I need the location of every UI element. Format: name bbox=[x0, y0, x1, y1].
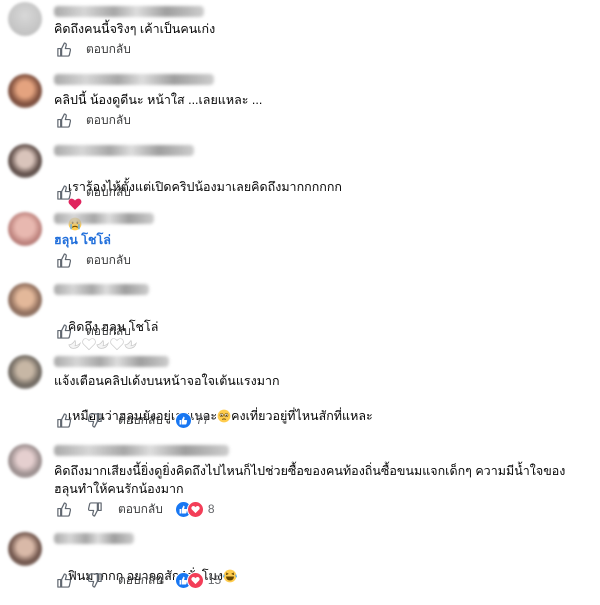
reaction-summary[interactable]: 15 bbox=[174, 571, 222, 589]
comment-actions: ตอบกลับ bbox=[54, 40, 131, 58]
avatar[interactable] bbox=[8, 144, 42, 178]
like-icon[interactable] bbox=[54, 411, 72, 429]
reaction-summary[interactable]: 8 bbox=[174, 500, 215, 518]
comment-text-line: แจ้งเตือนคลิปเด้งบนหน้าจอใจเต้นแรงมาก bbox=[54, 374, 280, 388]
dislike-icon[interactable] bbox=[86, 500, 104, 518]
comment-actions: ตอบกลับ bbox=[54, 251, 131, 269]
avatar[interactable] bbox=[8, 283, 42, 317]
comment-actions: ตอบกลับ bbox=[54, 183, 131, 201]
avatar[interactable] bbox=[8, 355, 42, 389]
reply-button[interactable]: ตอบกลับ bbox=[118, 500, 163, 519]
reaction-count: 15 bbox=[207, 573, 222, 587]
dislike-icon[interactable] bbox=[86, 411, 104, 429]
reply-button[interactable]: ตอบกลับ bbox=[118, 571, 163, 590]
comment-text-line: ฮลุนทำให้คนรักน้องมาก bbox=[54, 482, 184, 496]
commenter-name-blurred[interactable] bbox=[54, 74, 214, 85]
love-reaction-icon bbox=[186, 571, 204, 589]
comment-actions: ตอบกลับ 15 bbox=[54, 571, 221, 589]
reaction-summary[interactable]: 77 bbox=[174, 411, 210, 429]
commenter-name-blurred[interactable] bbox=[54, 6, 204, 17]
reply-button[interactable]: ตอบกลับ bbox=[86, 322, 131, 341]
tagged-user-link[interactable]: ฮลุน โชโล่ bbox=[54, 232, 594, 249]
like-icon[interactable] bbox=[54, 40, 72, 58]
avatar[interactable] bbox=[8, 2, 42, 36]
comment-text: คลิปนี้ น้องดูดีนะ หน้าใส ...เลยแหละ ... bbox=[54, 93, 263, 107]
like-icon[interactable] bbox=[54, 111, 72, 129]
reply-button[interactable]: ตอบกลับ bbox=[86, 111, 131, 130]
avatar[interactable] bbox=[8, 74, 42, 108]
avatar[interactable] bbox=[8, 532, 42, 566]
like-icon[interactable] bbox=[54, 500, 72, 518]
reply-button[interactable]: ตอบกลับ bbox=[86, 251, 131, 270]
reaction-count: 77 bbox=[195, 413, 210, 427]
commenter-name-blurred[interactable] bbox=[54, 213, 154, 224]
avatar[interactable] bbox=[8, 212, 42, 246]
commenter-name-blurred[interactable] bbox=[54, 356, 169, 367]
comment-actions: ตอบกลับ 8 bbox=[54, 500, 215, 518]
laughing-face-icon bbox=[222, 569, 238, 588]
commenter-name-blurred[interactable] bbox=[54, 145, 194, 156]
like-reaction-icon bbox=[174, 411, 192, 429]
comment-actions: ตอบกลับ 77 bbox=[54, 411, 209, 429]
like-icon[interactable] bbox=[54, 251, 72, 269]
avatar[interactable] bbox=[8, 444, 42, 478]
commenter-name-blurred[interactable] bbox=[54, 445, 229, 456]
like-icon[interactable] bbox=[54, 322, 72, 340]
reply-button[interactable]: ตอบกลับ bbox=[118, 411, 163, 430]
comment-actions: ตอบกลับ bbox=[54, 322, 131, 340]
reply-button[interactable]: ตอบกลับ bbox=[86, 183, 131, 202]
dislike-icon[interactable] bbox=[86, 571, 104, 589]
commenter-name-blurred[interactable] bbox=[54, 533, 134, 544]
like-icon[interactable] bbox=[54, 183, 72, 201]
comment-text-body: คงเที่ยวอยู่ที่ไหนสักที่แหละ bbox=[231, 409, 373, 423]
comment-text: คิดถึงคนนี้จริงๆ เค้าเป็นคนเก่ง bbox=[54, 22, 216, 36]
comment-text-line: คิดถึงมากเสียงนี้ยิ่งดูยิ่งคิดถึงไปไหนก็… bbox=[54, 464, 566, 478]
reaction-count: 8 bbox=[207, 502, 215, 516]
comment-actions: ตอบกลับ bbox=[54, 111, 131, 129]
teary-face-icon bbox=[217, 409, 231, 428]
reply-button[interactable]: ตอบกลับ bbox=[86, 40, 131, 59]
love-reaction-icon bbox=[186, 500, 204, 518]
like-icon[interactable] bbox=[54, 571, 72, 589]
commenter-name-blurred[interactable] bbox=[54, 284, 149, 295]
